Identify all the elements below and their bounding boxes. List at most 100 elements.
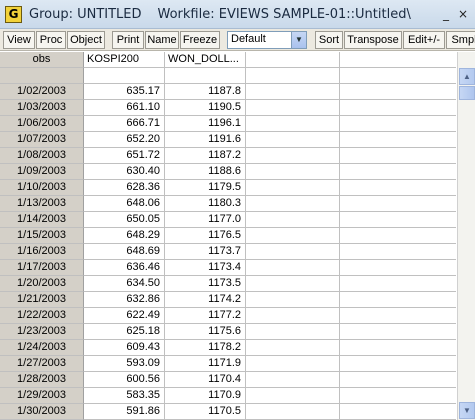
- kospi200-cell[interactable]: 622.49: [84, 308, 165, 324]
- won-dollar-cell[interactable]: 1188.6: [165, 164, 246, 180]
- table-cell[interactable]: [340, 228, 456, 244]
- title-bar[interactable]: G Group: UNTITLED Workfile: EVIEWS SAMPLE…: [0, 0, 475, 29]
- kospi200-cell[interactable]: 628.36: [84, 180, 165, 196]
- kospi200-cell[interactable]: 651.72: [84, 148, 165, 164]
- won-dollar-cell[interactable]: 1173.4: [165, 260, 246, 276]
- minimize-button[interactable]: _: [439, 6, 453, 22]
- table-cell[interactable]: [246, 404, 340, 420]
- table-cell[interactable]: [246, 292, 340, 308]
- won-dollar-cell[interactable]: 1170.9: [165, 388, 246, 404]
- table-cell[interactable]: [246, 308, 340, 324]
- print-button[interactable]: Print: [112, 31, 144, 49]
- close-button[interactable]: ×: [456, 6, 470, 22]
- transpose-button[interactable]: Transpose: [344, 31, 402, 49]
- kospi200-cell[interactable]: 648.29: [84, 228, 165, 244]
- won-dollar-cell[interactable]: 1187.8: [165, 84, 246, 100]
- kospi200-cell[interactable]: 593.09: [84, 356, 165, 372]
- table-cell[interactable]: [340, 132, 456, 148]
- table-cell[interactable]: [246, 244, 340, 260]
- scroll-up-button[interactable]: ▲: [459, 68, 475, 85]
- table-cell[interactable]: [246, 196, 340, 212]
- won-dollar-cell[interactable]: 1191.6: [165, 132, 246, 148]
- scrollbar-thumb[interactable]: [459, 86, 475, 100]
- table-cell[interactable]: [340, 356, 456, 372]
- table-cell[interactable]: [246, 132, 340, 148]
- table-cell[interactable]: [246, 260, 340, 276]
- column-header-kospi200[interactable]: KOSPI200: [84, 52, 165, 68]
- table-cell[interactable]: [246, 68, 340, 84]
- won-dollar-cell[interactable]: 1173.5: [165, 276, 246, 292]
- column-header-won-dollar[interactable]: WON_DOLL...: [165, 52, 246, 68]
- edit-toggle-button[interactable]: Edit+/-: [403, 31, 445, 49]
- won-dollar-cell[interactable]: 1174.2: [165, 292, 246, 308]
- table-cell[interactable]: [246, 388, 340, 404]
- table-cell[interactable]: [246, 340, 340, 356]
- won-dollar-cell[interactable]: 1187.2: [165, 148, 246, 164]
- table-cell[interactable]: [246, 356, 340, 372]
- table-cell[interactable]: [340, 276, 456, 292]
- kospi200-cell[interactable]: 591.86: [84, 404, 165, 420]
- kospi200-cell[interactable]: 636.46: [84, 260, 165, 276]
- kospi200-cell[interactable]: 652.20: [84, 132, 165, 148]
- freeze-button[interactable]: Freeze: [180, 31, 220, 49]
- kospi200-cell[interactable]: 625.18: [84, 324, 165, 340]
- column-header-obs[interactable]: obs: [0, 52, 84, 68]
- table-cell[interactable]: [340, 340, 456, 356]
- spreadsheet-grid[interactable]: obs KOSPI200 WON_DOLL... 1/02/2003 635.17…: [0, 52, 456, 420]
- won-dollar-cell[interactable]: 1173.7: [165, 244, 246, 260]
- table-cell[interactable]: [246, 84, 340, 100]
- table-cell[interactable]: [246, 372, 340, 388]
- table-cell[interactable]: [246, 212, 340, 228]
- table-cell[interactable]: [340, 372, 456, 388]
- table-cell[interactable]: [340, 164, 456, 180]
- table-cell[interactable]: [246, 148, 340, 164]
- kospi200-cell[interactable]: 661.10: [84, 100, 165, 116]
- format-select[interactable]: Default ▼: [227, 31, 307, 49]
- table-cell[interactable]: [340, 292, 456, 308]
- won-dollar-cell[interactable]: 1177.2: [165, 308, 246, 324]
- scroll-down-button[interactable]: ▼: [459, 402, 475, 419]
- table-cell[interactable]: [246, 100, 340, 116]
- table-cell[interactable]: [340, 84, 456, 100]
- kospi200-cell[interactable]: 648.69: [84, 244, 165, 260]
- table-cell[interactable]: [246, 276, 340, 292]
- table-cell[interactable]: [165, 68, 246, 84]
- table-cell[interactable]: [246, 324, 340, 340]
- kospi200-cell[interactable]: 666.71: [84, 116, 165, 132]
- table-cell[interactable]: [340, 180, 456, 196]
- won-dollar-cell[interactable]: 1190.5: [165, 100, 246, 116]
- table-cell[interactable]: [340, 404, 456, 420]
- smpl-button[interactable]: Smpl: [446, 31, 475, 49]
- table-cell[interactable]: [340, 196, 456, 212]
- column-header-empty[interactable]: [246, 52, 340, 68]
- vertical-scrollbar[interactable]: ▲ ▼: [457, 52, 475, 420]
- object-button[interactable]: Object: [67, 31, 105, 49]
- table-cell[interactable]: [246, 116, 340, 132]
- kospi200-cell[interactable]: 609.43: [84, 340, 165, 356]
- won-dollar-cell[interactable]: 1171.9: [165, 356, 246, 372]
- kospi200-cell[interactable]: 583.35: [84, 388, 165, 404]
- won-dollar-cell[interactable]: 1196.1: [165, 116, 246, 132]
- view-button[interactable]: View: [3, 31, 35, 49]
- won-dollar-cell[interactable]: 1179.5: [165, 180, 246, 196]
- kospi200-cell[interactable]: 630.40: [84, 164, 165, 180]
- kospi200-cell[interactable]: 650.05: [84, 212, 165, 228]
- table-cell[interactable]: [84, 68, 165, 84]
- table-cell[interactable]: [340, 244, 456, 260]
- table-cell[interactable]: [340, 100, 456, 116]
- won-dollar-cell[interactable]: 1176.5: [165, 228, 246, 244]
- kospi200-cell[interactable]: 634.50: [84, 276, 165, 292]
- kospi200-cell[interactable]: 632.86: [84, 292, 165, 308]
- table-cell[interactable]: [340, 212, 456, 228]
- won-dollar-cell[interactable]: 1177.0: [165, 212, 246, 228]
- table-cell[interactable]: [340, 260, 456, 276]
- column-header-empty[interactable]: [340, 52, 456, 68]
- won-dollar-cell[interactable]: 1175.6: [165, 324, 246, 340]
- kospi200-cell[interactable]: 648.06: [84, 196, 165, 212]
- table-cell[interactable]: [340, 148, 456, 164]
- sort-button[interactable]: Sort: [315, 31, 343, 49]
- table-cell[interactable]: [340, 324, 456, 340]
- kospi200-cell[interactable]: 600.56: [84, 372, 165, 388]
- won-dollar-cell[interactable]: 1180.3: [165, 196, 246, 212]
- name-button[interactable]: Name: [145, 31, 179, 49]
